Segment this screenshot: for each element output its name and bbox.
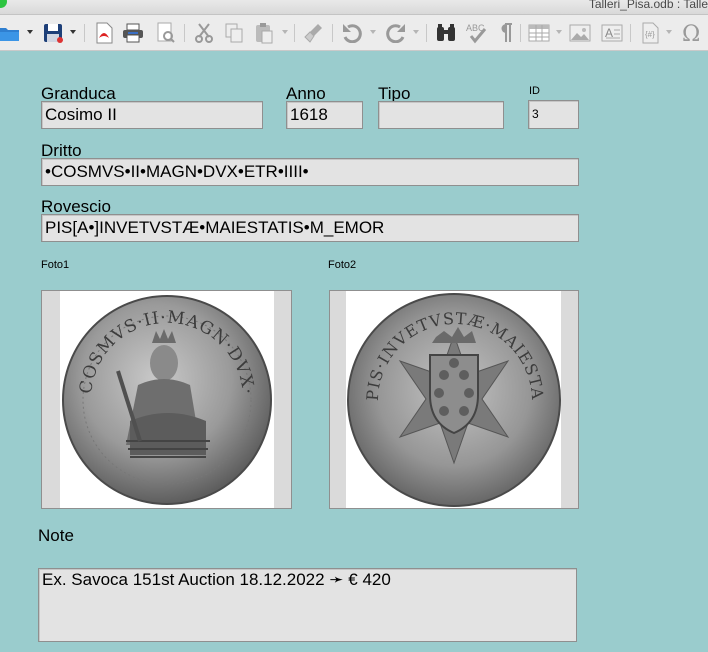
tipo-field[interactable]: [378, 101, 504, 129]
redo-icon[interactable]: [384, 21, 408, 45]
undo-dropdown-arrow[interactable]: [370, 30, 376, 34]
paste-dropdown-arrow[interactable]: [282, 30, 288, 34]
spelling-icon[interactable]: ABC: [464, 21, 492, 45]
standard-toolbar: ABC A {#} Ω: [0, 15, 708, 51]
toolbar-separator: [520, 24, 521, 42]
foto1-image-control[interactable]: COSMVS·II·MAGN·DVX·ETR·III·: [41, 290, 292, 509]
paste-icon[interactable]: [252, 21, 276, 45]
table-icon[interactable]: [527, 21, 551, 45]
toolbar-separator: [426, 24, 427, 42]
toolbar-separator: [184, 24, 185, 42]
dritto-field[interactable]: •COSMVS•II•MAGN•DVX•ETR•IIII•: [41, 158, 579, 186]
table-dropdown-arrow[interactable]: [556, 30, 562, 34]
export-pdf-icon[interactable]: [92, 21, 116, 45]
foto2-image-control[interactable]: PIS·INVETVSTÆ·MAIESTATIS·M·EMOR·: [329, 290, 579, 509]
print-icon[interactable]: [121, 21, 145, 45]
save-icon[interactable]: [40, 21, 66, 45]
copy-icon[interactable]: [222, 21, 246, 45]
field-icon[interactable]: {#}: [638, 21, 662, 45]
toolbar-separator: [630, 24, 631, 42]
foto2-label: Foto2: [328, 259, 357, 271]
redo-dropdown-arrow[interactable]: [413, 30, 419, 34]
coin-reverse-image: PIS·INVETVSTÆ·MAIESTATIS·M·EMOR·: [330, 291, 561, 507]
note-field[interactable]: Ex. Savoca 151st Auction 18.12.2022 ➛ € …: [38, 568, 577, 642]
undo-icon[interactable]: [340, 21, 364, 45]
formatting-marks-icon[interactable]: [494, 21, 516, 45]
svg-text:{#}: {#}: [645, 30, 655, 39]
field-dropdown-arrow[interactable]: [666, 30, 672, 34]
print-preview-icon[interactable]: [154, 21, 178, 45]
granduca-field[interactable]: Cosimo II: [41, 101, 263, 129]
open-dropdown-arrow[interactable]: [27, 30, 33, 34]
save-dropdown-arrow[interactable]: [70, 30, 76, 34]
anno-field[interactable]: 1618: [286, 101, 363, 129]
id-label: ID: [529, 85, 540, 97]
toolbar-separator: [294, 24, 295, 42]
rovescio-field[interactable]: PIS[A•]INVETVSTÆ•MAIESTATIS•M_EMOR: [41, 214, 579, 242]
toolbar-separator: [84, 24, 85, 42]
open-folder-icon[interactable]: [0, 21, 22, 45]
window-zoom-button[interactable]: [0, 0, 7, 8]
window-title: Talleri_Pisa.odb : Talle: [588, 0, 708, 11]
clone-formatting-icon[interactable]: [302, 21, 326, 45]
find-replace-icon[interactable]: [434, 21, 458, 45]
image-icon[interactable]: [568, 21, 592, 45]
text-box-icon[interactable]: A: [600, 21, 624, 45]
special-character-icon[interactable]: Ω: [679, 21, 705, 45]
title-bar: Talleri_Pisa.odb : Talle: [0, 0, 708, 15]
cut-icon[interactable]: [192, 21, 216, 45]
id-field[interactable]: 3: [528, 100, 579, 129]
toolbar-separator: [332, 24, 333, 42]
note-label: Note: [38, 526, 74, 545]
coin-obverse-image: COSMVS·II·MAGN·DVX·ETR·III·: [42, 291, 272, 505]
svg-text:Ω: Ω: [682, 22, 700, 44]
foto1-label: Foto1: [41, 259, 70, 271]
